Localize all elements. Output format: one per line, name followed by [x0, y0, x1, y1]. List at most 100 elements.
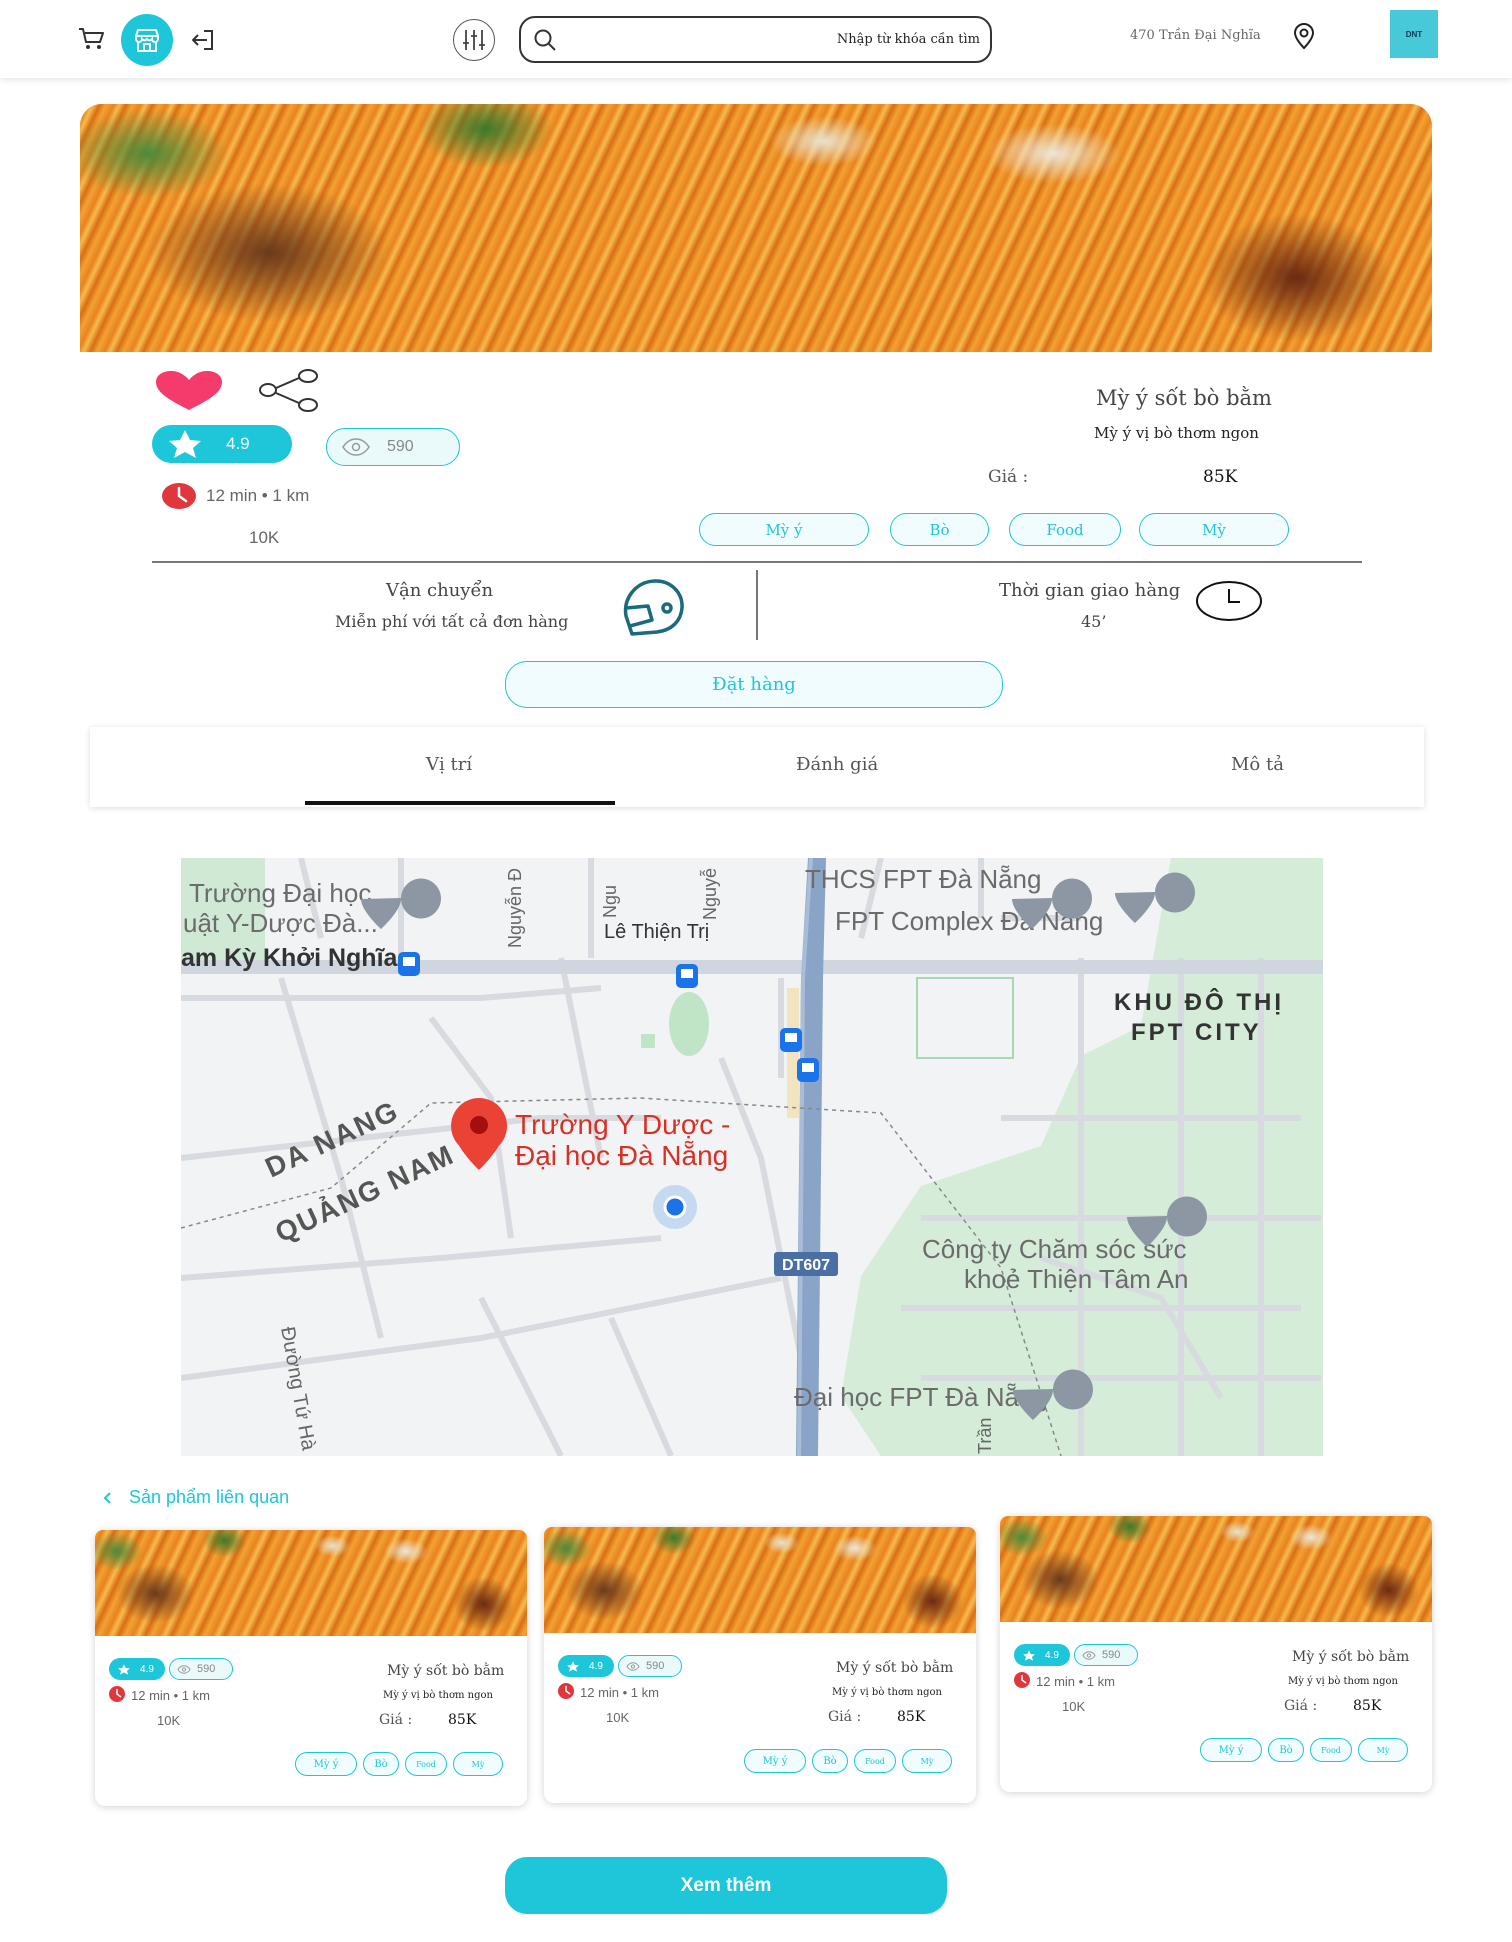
price-value: 85K [1203, 467, 1238, 487]
location-pin-icon[interactable] [1292, 22, 1316, 50]
eye-icon [342, 438, 370, 456]
map-label: Trần [975, 1418, 995, 1454]
map-label: Trường Đại học [189, 878, 371, 908]
delivery-fee: 10K [1062, 1699, 1086, 1714]
road-segment [787, 988, 799, 1118]
map-label: Lê Thiện Trị [604, 921, 709, 943]
rating-badge: 4.9 [152, 425, 292, 463]
filter-icon[interactable] [453, 19, 495, 61]
tag-bo[interactable]: Bò [812, 1749, 848, 1773]
map-label: Nguyễ [699, 868, 720, 920]
clock-icon [558, 1683, 574, 1699]
cart-icon[interactable] [78, 26, 106, 52]
views-value: 590 [1102, 1649, 1121, 1661]
tag-food[interactable]: Food [854, 1749, 896, 1773]
tag-bo[interactable]: Bò [1268, 1738, 1304, 1762]
views-badge: 590 [618, 1655, 682, 1677]
map-label: FPT CITY [1131, 1019, 1262, 1046]
rating-value: 4.9 [589, 1660, 603, 1672]
views-badge: 590 [169, 1658, 233, 1680]
current-location-dot [663, 1195, 687, 1219]
map-label: Đại học Đà Nẵng [515, 1140, 728, 1171]
top-header: 470 Trần Đại Nghĩa DNT [0, 0, 1512, 78]
tag-my[interactable]: Mỳ [902, 1749, 952, 1773]
product-card[interactable]: 4.9 590 12 min • 1 km 10K Mỳ ý sốt bò bằ… [1000, 1516, 1432, 1792]
rating-value: 4.9 [140, 1663, 154, 1675]
search-icon [533, 28, 557, 52]
tag-food[interactable]: Food [405, 1752, 447, 1776]
tab-reviews[interactable]: Đánh giá [796, 754, 878, 775]
order-button[interactable]: Đặt hàng [505, 661, 1003, 708]
delivery-eta: 12 min • 1 km [580, 1685, 659, 1700]
shipping-subtitle: Miễn phí với tất cả đơn hàng [335, 612, 569, 631]
price-label: Giá : [1284, 1698, 1318, 1714]
product-title: Mỳ ý sốt bò bằm [387, 1663, 505, 1679]
map-label: uật Y-Dược Đà... [183, 908, 378, 938]
spaghetti-photo [95, 1530, 527, 1636]
rating-badge: 4.9 [558, 1655, 614, 1677]
clock-icon [109, 1686, 125, 1702]
tag-my[interactable]: Mỳ [1358, 1738, 1408, 1762]
product-subtitle: Mỳ ý vị bò thơm ngon [832, 1687, 942, 1698]
price-label: Giá : [828, 1709, 862, 1725]
park-area [641, 1034, 655, 1048]
delivery-fee: 10K [249, 528, 280, 547]
tag-food[interactable]: Food [1310, 1738, 1352, 1762]
delivery-time-value: 45’ [1081, 612, 1107, 631]
map-label: Đại học FPT Đà Nẵng [794, 1382, 1048, 1412]
tag-my[interactable]: Mỳ [453, 1752, 503, 1776]
tag-my-y[interactable]: Mỳ ý [295, 1752, 357, 1776]
delivery-address[interactable]: 470 Trần Đại Nghĩa [1130, 28, 1261, 43]
location-map[interactable]: Trường Đại học uật Y-Dược Đà... THCS FPT… [181, 858, 1323, 1456]
tab-description[interactable]: Mô tả [1231, 754, 1284, 775]
product-card[interactable]: 4.9 590 12 min • 1 km 10K Mỳ ý sốt bò bằ… [95, 1530, 527, 1806]
tag-my[interactable]: Mỳ [1139, 513, 1289, 546]
map-label: Đường Tứ Hà [276, 1325, 320, 1453]
spaghetti-photo [80, 104, 1432, 352]
delivery-eta: 12 min • 1 km [131, 1688, 210, 1703]
price-label: Giá : [988, 467, 1029, 487]
spaghetti-photo [544, 1527, 976, 1633]
map-label: DT607 [782, 1257, 830, 1274]
tag-my-y[interactable]: Mỳ ý [699, 513, 869, 546]
avatar[interactable]: DNT [1390, 10, 1438, 58]
tag-food[interactable]: Food [1009, 513, 1121, 546]
delivery-eta: 12 min • 1 km [206, 486, 310, 505]
tag-my-y[interactable]: Mỳ ý [744, 1749, 806, 1773]
search-input[interactable] [565, 24, 980, 55]
related-products-header[interactable]: Sản phẩm liên quan [101, 1487, 289, 1508]
share-icon[interactable] [258, 368, 320, 413]
rating-value: 4.9 [1045, 1649, 1059, 1661]
tag-bo[interactable]: Bò [363, 1752, 399, 1776]
see-more-button[interactable]: Xem thêm [505, 1857, 947, 1914]
park-area [669, 992, 709, 1056]
map-label: Trường Y Dược - [515, 1109, 730, 1140]
vertical-divider [756, 570, 758, 640]
map-label: KHU ĐÔ THỊ [1114, 988, 1284, 1016]
star-icon [118, 1663, 130, 1675]
product-title: Mỳ ý sốt bò bằm [1096, 386, 1272, 410]
product-card[interactable]: 4.9 590 12 min • 1 km 10K Mỳ ý sốt bò bằ… [544, 1527, 976, 1803]
rating-badge: 4.9 [109, 1658, 165, 1680]
star-icon [169, 430, 201, 458]
eye-icon [626, 1661, 640, 1671]
clock-icon [1196, 580, 1262, 622]
search-bar[interactable] [519, 16, 992, 63]
active-tab-indicator [305, 801, 615, 805]
delivery-time-title: Thời gian giao hàng [999, 580, 1181, 601]
views-value: 590 [387, 438, 414, 455]
map-label: Nguyễn Đ [504, 868, 525, 948]
shipping-title: Vận chuyển [386, 580, 494, 601]
store-icon[interactable] [121, 14, 173, 66]
heart-icon[interactable] [154, 370, 224, 412]
tab-location[interactable]: Vị trí [426, 754, 472, 775]
divider [152, 561, 1362, 563]
price-value: 85K [448, 1712, 477, 1728]
tag-my-y[interactable]: Mỳ ý [1200, 1738, 1262, 1762]
clock-icon [1014, 1672, 1030, 1688]
product-title: Mỳ ý sốt bò bằm [1292, 1649, 1410, 1665]
tag-bo[interactable]: Bò [890, 513, 989, 546]
logout-icon[interactable] [190, 27, 216, 53]
product-subtitle: Mỳ ý vị bò thơm ngon [383, 1690, 493, 1701]
rating-badge: 4.9 [1014, 1644, 1070, 1666]
